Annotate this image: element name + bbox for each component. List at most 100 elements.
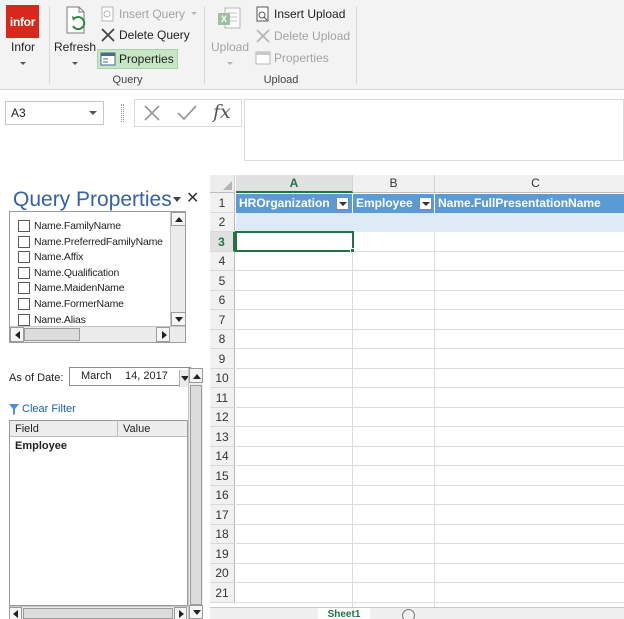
row-header-13[interactable]: 13: [210, 427, 235, 447]
upload-label[interactable]: Upload: [209, 40, 251, 54]
filter-dropdown-icon[interactable]: [336, 197, 349, 210]
pane-options-dropdown-icon[interactable]: [173, 197, 181, 202]
field-checkbox[interactable]: [18, 235, 30, 248]
column-header-b[interactable]: B: [353, 175, 435, 193]
row-header-6[interactable]: 6: [210, 291, 235, 310]
row-header-17[interactable]: 17: [210, 505, 235, 525]
infor-logo-button[interactable]: infor: [6, 5, 39, 38]
name-box[interactable]: A3: [5, 101, 104, 125]
refresh-icon[interactable]: [62, 5, 90, 37]
grid-hscroll-thumb[interactable]: [23, 608, 173, 619]
row-gridline: [236, 563, 624, 564]
delete-upload-button[interactable]: Delete Upload: [255, 28, 350, 44]
infor-dropdown-icon[interactable]: [20, 62, 26, 65]
field-list[interactable]: Name.FamilyName Name.PreferredFamilyName…: [9, 211, 186, 343]
query-properties-button[interactable]: Properties: [97, 49, 178, 69]
field-list-item[interactable]: Name.FamilyName: [18, 218, 121, 233]
table-header-employee[interactable]: Employee: [353, 194, 435, 213]
filter-grid-row[interactable]: Employee: [15, 440, 67, 452]
row-header-18[interactable]: 18: [210, 525, 235, 544]
field-list-item[interactable]: Name.Alias: [18, 312, 86, 327]
upload-group-label: Upload: [263, 74, 299, 86]
field-list-item[interactable]: Name.Qualification: [18, 265, 119, 280]
upload-dropdown-icon[interactable]: [227, 62, 233, 65]
upload-icon[interactable]: X: [216, 7, 244, 37]
row-header-7[interactable]: 7: [210, 310, 235, 330]
scroll-up-button[interactable]: [171, 212, 185, 226]
clear-filter-link[interactable]: Clear Filter: [9, 403, 76, 415]
insert-query-dropdown-icon[interactable]: [191, 12, 197, 15]
field-list-item[interactable]: Name.PreferredFamilyName: [18, 234, 163, 249]
field-checkbox[interactable]: [18, 313, 30, 326]
row-header-21[interactable]: 21: [210, 583, 235, 603]
refresh-label[interactable]: Refresh: [54, 40, 96, 54]
insert-query-button[interactable]: Insert Query: [100, 6, 185, 22]
scroll-down-button[interactable]: [171, 312, 185, 326]
infor-label[interactable]: Infor: [4, 40, 42, 54]
grid-scroll-left-button[interactable]: [9, 607, 22, 619]
row-header-15[interactable]: 15: [210, 466, 235, 486]
table-header-fullpresentationname[interactable]: Name.FullPresentationName: [435, 194, 624, 213]
row-header-4[interactable]: 4: [210, 252, 235, 271]
field-list-item[interactable]: Name.MaidenName: [18, 280, 125, 295]
select-all-corner[interactable]: [210, 175, 235, 193]
row-header-16[interactable]: 16: [210, 486, 235, 505]
field-checkbox[interactable]: [18, 250, 30, 263]
filter-grid[interactable]: Field Value Employee: [9, 420, 188, 606]
cancel-entry-icon[interactable]: [142, 103, 162, 126]
insert-function-icon[interactable]: fx: [213, 101, 231, 123]
row-header-9[interactable]: 9: [210, 349, 235, 369]
field-checkbox[interactable]: [18, 297, 30, 310]
hscroll-thumb[interactable]: [24, 328, 80, 341]
row-header-8[interactable]: 8: [210, 330, 235, 349]
formula-input[interactable]: [244, 99, 624, 161]
column-header-c[interactable]: C: [435, 175, 624, 193]
confirm-entry-icon[interactable]: [176, 103, 198, 126]
field-list-item[interactable]: Name.FormerName: [18, 296, 124, 311]
pane-vscroll-thumb[interactable]: [190, 385, 202, 605]
field-list-item[interactable]: Name.Affix: [18, 249, 83, 264]
row-header-20[interactable]: 20: [210, 564, 235, 583]
row-header-11[interactable]: 11: [210, 388, 235, 408]
new-sheet-icon[interactable]: [402, 609, 415, 619]
row-header-14[interactable]: 14: [210, 447, 235, 466]
sheet-tab[interactable]: Sheet1: [318, 608, 370, 619]
column-header-a[interactable]: A: [236, 175, 353, 193]
pane-close-icon[interactable]: ✕: [186, 188, 199, 208]
fill-handle[interactable]: [350, 248, 355, 253]
pane-vscrollbar[interactable]: [188, 368, 203, 619]
row-header-5[interactable]: 5: [210, 271, 235, 291]
row-header-10[interactable]: 10: [210, 369, 235, 388]
scroll-right-button[interactable]: [156, 327, 170, 342]
delete-query-button[interactable]: Delete Query: [100, 27, 190, 43]
svg-text:X: X: [221, 14, 227, 24]
insert-upload-button[interactable]: Insert Upload: [255, 6, 345, 22]
pane-scroll-down-button[interactable]: [189, 605, 203, 619]
row-header-2[interactable]: 2: [210, 213, 235, 232]
grid-scroll-right-button[interactable]: [174, 607, 187, 619]
field-label: Name.Alias: [34, 313, 86, 326]
table-header-hrorganization[interactable]: HROrganization: [236, 194, 353, 213]
refresh-dropdown-icon[interactable]: [72, 62, 78, 65]
row-header-3[interactable]: 3: [210, 232, 235, 252]
row-header-19[interactable]: 19: [210, 544, 235, 564]
field-checkbox[interactable]: [18, 219, 30, 232]
formula-bar-grip-icon[interactable]: [121, 104, 124, 122]
as-of-date-picker[interactable]: March 14, 2017: [69, 367, 191, 387]
column-gridline: [352, 193, 353, 619]
filter-grid-hscrollbar[interactable]: [9, 606, 188, 619]
row-header-1[interactable]: 1: [210, 193, 235, 213]
row-header-12[interactable]: 12: [210, 408, 235, 427]
table-data-row[interactable]: [236, 213, 624, 232]
active-cell-a3[interactable]: [235, 231, 354, 252]
field-checkbox[interactable]: [18, 281, 30, 294]
field-checkbox[interactable]: [18, 266, 30, 279]
filter-dropdown-icon[interactable]: [419, 197, 432, 210]
name-box-dropdown-icon[interactable]: [89, 111, 97, 115]
upload-properties-button[interactable]: Properties: [255, 50, 329, 66]
scroll-left-button[interactable]: [10, 327, 24, 342]
field-list-vscrollbar[interactable]: [170, 212, 185, 326]
worksheet-grid[interactable]: A B C 1 2 3 4 5 6 7 8 9 10 11 12 13 14 15 16 17 18 19 20 21 …: [210, 175, 624, 619]
field-list-hscrollbar[interactable]: [10, 326, 185, 342]
pane-scroll-up-button[interactable]: [189, 368, 203, 383]
